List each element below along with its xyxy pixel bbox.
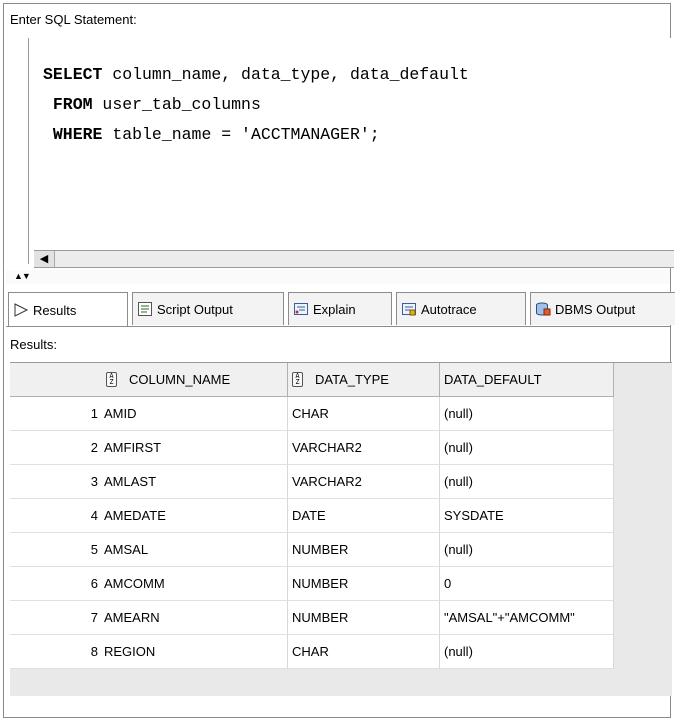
- table-cell[interactable]: CHAR: [288, 397, 440, 431]
- column-header-data-default[interactable]: DATA_DEFAULT: [440, 363, 614, 397]
- autotrace-icon: [401, 301, 417, 317]
- table-cell[interactable]: (null): [440, 397, 614, 431]
- table-cell[interactable]: "AMSAL"+"AMCOMM": [440, 601, 614, 635]
- panel-splitter[interactable]: [6, 270, 670, 284]
- table-cell[interactable]: SYSDATE: [440, 499, 614, 533]
- sql-code[interactable]: SELECT column_name, data_type, data_defa…: [43, 60, 469, 150]
- tab-autotrace[interactable]: Autotrace: [396, 292, 526, 325]
- explain-plan-icon: [293, 301, 309, 317]
- row-number-header: [10, 363, 100, 397]
- table-cell[interactable]: AMSAL: [100, 533, 288, 567]
- table-cell[interactable]: DATE: [288, 499, 440, 533]
- editor-horizontal-scrollbar[interactable]: ◀: [34, 250, 674, 268]
- results-label: Results:: [10, 337, 57, 352]
- tab-dbms-output-label: DBMS Output: [555, 301, 636, 317]
- play-triangle-icon: [13, 302, 29, 318]
- tab-explain[interactable]: Explain: [288, 292, 392, 325]
- table-cell[interactable]: AMLAST: [100, 465, 288, 499]
- column-header-data-type[interactable]: AZ DATA_TYPE: [288, 363, 440, 397]
- table-cell[interactable]: (null): [440, 431, 614, 465]
- table-cell[interactable]: 0: [440, 567, 614, 601]
- table-cell[interactable]: NUMBER: [288, 567, 440, 601]
- tabs-divider: [6, 326, 670, 327]
- table-cell[interactable]: AMEARN: [100, 601, 288, 635]
- tab-results[interactable]: Results: [8, 292, 128, 327]
- table-cell[interactable]: AMFIRST: [100, 431, 288, 465]
- table-cell[interactable]: NUMBER: [288, 533, 440, 567]
- table-cell[interactable]: AMCOMM: [100, 567, 288, 601]
- code-line-3: WHERE table_name = 'ACCTMANAGER';: [43, 125, 380, 144]
- row-number: 1: [10, 397, 100, 431]
- code-line-2: FROM user_tab_columns: [43, 95, 261, 114]
- table-cell[interactable]: (null): [440, 533, 614, 567]
- table-cell[interactable]: AMEDATE: [100, 499, 288, 533]
- row-number: 3: [10, 465, 100, 499]
- tab-script-output-label: Script Output: [157, 301, 233, 317]
- script-output-icon: [137, 301, 153, 317]
- tab-autotrace-label: Autotrace: [421, 301, 477, 317]
- column-header-column-name[interactable]: AZ COLUMN_NAME: [100, 363, 288, 397]
- table-cell[interactable]: AMID: [100, 397, 288, 431]
- scroll-left-arrow-icon[interactable]: ◀: [34, 251, 55, 267]
- sql-editor[interactable]: SELECT column_name, data_type, data_defa…: [28, 38, 675, 264]
- sort-icon: AZ: [106, 372, 117, 387]
- sql-statement-label: Enter SQL Statement:: [10, 12, 137, 27]
- tab-dbms-output[interactable]: DBMS Output: [530, 292, 675, 325]
- dbms-output-icon: [535, 301, 551, 317]
- table-cell[interactable]: (null): [440, 465, 614, 499]
- sort-icon: AZ: [292, 372, 303, 387]
- row-number: 2: [10, 431, 100, 465]
- table-cell[interactable]: VARCHAR2: [288, 465, 440, 499]
- sql-worksheet-panel: Enter SQL Statement: SELECT column_name,…: [3, 3, 675, 718]
- tab-results-label: Results: [33, 302, 77, 318]
- table-cell[interactable]: (null): [440, 635, 614, 669]
- row-number: 8: [10, 635, 100, 669]
- splitter-arrows-icon[interactable]: ▲▼: [14, 272, 31, 281]
- row-number: 7: [10, 601, 100, 635]
- table-cell[interactable]: NUMBER: [288, 601, 440, 635]
- results-grid[interactable]: AZ COLUMN_NAME AZ DATA_TYPE DATA_DEFAULT…: [10, 362, 672, 696]
- table-cell[interactable]: VARCHAR2: [288, 431, 440, 465]
- row-number: 5: [10, 533, 100, 567]
- code-line-1: SELECT column_name, data_type, data_defa…: [43, 65, 469, 84]
- row-number: 4: [10, 499, 100, 533]
- table-cell[interactable]: CHAR: [288, 635, 440, 669]
- output-tabs: Results Script Output Explain Autotrace …: [8, 292, 675, 327]
- row-number: 6: [10, 567, 100, 601]
- table-cell[interactable]: REGION: [100, 635, 288, 669]
- tab-script-output[interactable]: Script Output: [132, 292, 284, 325]
- tab-explain-label: Explain: [313, 301, 356, 317]
